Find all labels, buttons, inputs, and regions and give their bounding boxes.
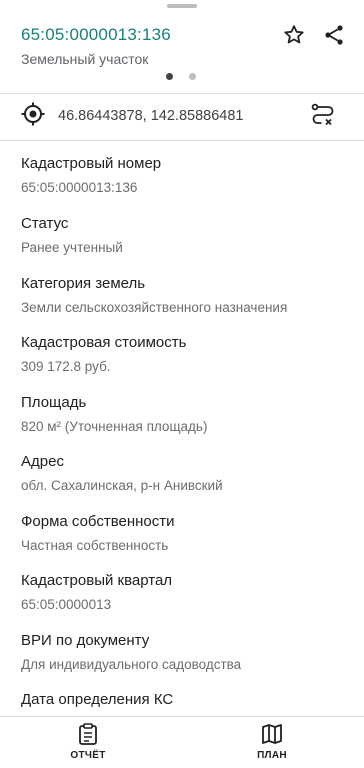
- favorite-button[interactable]: [280, 23, 308, 51]
- field-label: Кадастровый квартал: [21, 572, 173, 589]
- plan-label: ПЛАН: [257, 750, 287, 761]
- field-value[interactable]: 820 м² (Уточненная площадь): [21, 419, 207, 434]
- report-button[interactable]: ОТЧЁТ: [38, 717, 138, 768]
- field-value[interactable]: Частная собственность: [21, 538, 168, 553]
- coordinates-text[interactable]: 46.86443878, 142.85886481: [58, 108, 243, 124]
- page-dot-1[interactable]: [166, 73, 173, 80]
- field-label: Адрес: [21, 453, 64, 470]
- field-value[interactable]: Земли сельскохозяйственного назначения: [21, 300, 287, 315]
- clipboard-icon: [78, 723, 98, 745]
- locate-button[interactable]: [19, 102, 47, 130]
- report-label: ОТЧЁТ: [70, 750, 106, 761]
- gps-target-icon: [20, 101, 46, 132]
- header: 65:05:0000013:136 Земельный участок: [0, 0, 364, 92]
- field-label: Кадастровая стоимость: [21, 334, 187, 351]
- map-icon: [261, 723, 283, 745]
- page-indicator: [166, 73, 196, 80]
- coordinates-row: 46.86443878, 142.85886481: [0, 93, 364, 140]
- field-label: Дата определения КС: [21, 691, 174, 708]
- share-icon: [322, 23, 346, 52]
- field-cadastral-number: Кадастровый номер 65:05:0000013:136: [21, 143, 354, 199]
- field-value[interactable]: 65:05:0000013: [21, 597, 111, 612]
- field-status: Статус Ранее учтенный: [21, 203, 354, 259]
- field-value[interactable]: Для индивидуального садоводства: [21, 657, 241, 672]
- divider: [0, 140, 364, 141]
- cadastral-number-title: 65:05:0000013:136: [21, 25, 171, 44]
- field-value[interactable]: 65:05:0000013:136: [21, 180, 137, 195]
- field-value[interactable]: Ранее учтенный: [21, 240, 123, 255]
- field-label: Кадастровый номер: [21, 155, 162, 172]
- star-outline-icon: [282, 23, 306, 52]
- share-button[interactable]: [320, 23, 348, 51]
- field-value[interactable]: 309 172.8 руб.: [21, 359, 111, 374]
- field-cadastral-value: Кадастровая стоимость 309 172.8 руб.: [21, 322, 354, 378]
- field-area: Площадь 820 м² (Уточненная площадь): [21, 382, 354, 438]
- field-label: Форма собственности: [21, 513, 175, 530]
- field-ownership: Форма собственности Частная собственност…: [21, 501, 354, 557]
- field-land-category: Категория земель Земли сельскохозяйствен…: [21, 263, 354, 319]
- plan-button[interactable]: ПЛАН: [222, 717, 322, 768]
- page-dot-2[interactable]: [189, 73, 196, 80]
- field-cadastral-quarter: Кадастровый квартал 65:05:0000013: [21, 560, 354, 616]
- field-label: Площадь: [21, 394, 87, 411]
- field-label: Статус: [21, 215, 69, 232]
- field-label: ВРИ по документу: [21, 632, 150, 649]
- bottom-action-bar: ОТЧЁТ ПЛАН: [0, 716, 364, 768]
- route-icon: [309, 100, 337, 133]
- route-button[interactable]: [309, 102, 337, 130]
- field-permitted-use: ВРИ по документу Для индивидуального сад…: [21, 620, 354, 676]
- object-type-subtitle: Земельный участок: [21, 51, 149, 67]
- field-address: Адрес обл. Сахалинская, р-н Анивский: [21, 441, 354, 497]
- field-value[interactable]: обл. Сахалинская, р-н Анивский: [21, 478, 223, 493]
- field-label: Категория земель: [21, 275, 146, 292]
